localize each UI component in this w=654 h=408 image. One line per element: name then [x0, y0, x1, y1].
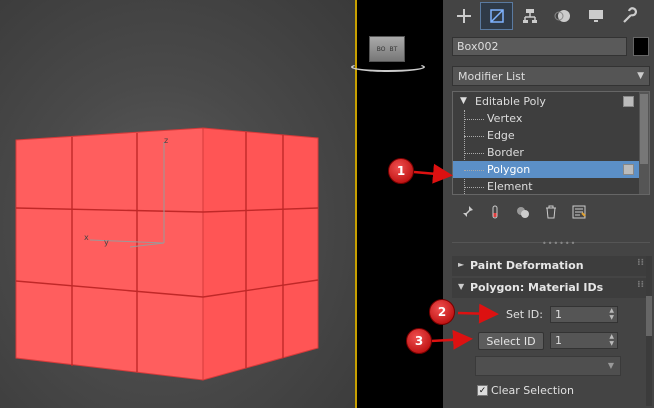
modify-icon: [489, 9, 504, 23]
show-end-result-icon[interactable]: [485, 202, 505, 222]
object-name-field[interactable]: Box002: [452, 37, 627, 56]
stack-item-polygon[interactable]: Polygon: [453, 161, 640, 178]
perspective-viewport[interactable]: z x y: [0, 0, 355, 408]
toggle-box-icon[interactable]: [623, 164, 634, 175]
viewcube-label-back: BT: [389, 45, 398, 53]
rollout-material-ids[interactable]: ▼ Polygon: Material IDs ⁝⁝: [452, 278, 650, 298]
scrollbar-thumb[interactable]: [640, 94, 648, 164]
plus-icon: [456, 9, 471, 23]
collapse-triangle-icon[interactable]: ▼: [460, 93, 467, 110]
gizmo-y-label: y: [104, 238, 109, 247]
chevron-down-icon: ▼: [637, 71, 644, 81]
hierarchy-icon: [522, 9, 537, 23]
stack-item-label: Vertex: [487, 112, 523, 125]
stack-item-element[interactable]: Element: [453, 178, 640, 194]
command-panel-tabs: [447, 2, 647, 30]
modifier-list-dropdown[interactable]: Modifier List ▼: [452, 66, 650, 86]
viewcube-ring[interactable]: [351, 62, 425, 72]
set-id-value: 1: [555, 308, 562, 321]
stack-item-edge[interactable]: Edge: [453, 127, 640, 144]
stack-item-label: Border: [487, 146, 524, 159]
stack-item-label: Editable Poly: [475, 95, 546, 108]
create-tab[interactable]: [447, 2, 480, 30]
make-unique-icon[interactable]: [513, 202, 533, 222]
callout-badge-1: 1: [388, 158, 414, 184]
viewcube[interactable]: BO BT: [369, 36, 405, 62]
command-panel: Box002 Modifier List ▼ ▼ Editable Poly V…: [443, 0, 654, 408]
stack-item-label: Edge: [487, 129, 515, 142]
rollout-paint-deformation[interactable]: ► Paint Deformation ⁝⁝: [452, 256, 650, 276]
chevron-down-icon: ▼: [607, 361, 614, 370]
select-id-button-label: Select ID: [486, 334, 536, 348]
stack-item-label: Polygon: [487, 163, 531, 176]
modifier-list-label: Modifier List: [458, 70, 526, 83]
expand-triangle-icon: ►: [458, 260, 465, 269]
collapse-triangle-icon: ▼: [458, 282, 465, 291]
stack-item-editable-poly[interactable]: ▼ Editable Poly: [453, 93, 640, 110]
display-icon: [588, 10, 603, 22]
motion-tab[interactable]: [546, 2, 579, 30]
stack-item-vertex[interactable]: Vertex: [453, 110, 640, 127]
select-id-spinner[interactable]: 1 ▲ ▼: [550, 332, 618, 349]
modifier-stack: ▼ Editable Poly Vertex Edge Border Polyg…: [452, 91, 650, 195]
rollout-title: Polygon: Material IDs: [470, 281, 604, 294]
stack-scrollbar[interactable]: [639, 92, 649, 194]
toggle-box-icon[interactable]: [623, 96, 634, 107]
panel-scrollbar[interactable]: [646, 256, 652, 406]
box-object[interactable]: [0, 0, 355, 408]
configure-modifier-sets-icon[interactable]: [569, 202, 589, 222]
spinner-arrows-icon[interactable]: ▲ ▼: [609, 333, 614, 347]
clear-selection-checkbox[interactable]: ✓: [477, 385, 488, 396]
callout-badge-3: 3: [406, 328, 432, 354]
set-id-spinner[interactable]: 1 ▲ ▼: [550, 306, 618, 323]
set-id-label: Set ID:: [506, 308, 543, 321]
modify-tab[interactable]: [480, 2, 513, 30]
motion-icon: [554, 10, 570, 22]
scrollbar-thumb[interactable]: [646, 296, 652, 336]
pin-stack-icon[interactable]: [457, 202, 477, 222]
material-name-dropdown[interactable]: ▼: [475, 356, 621, 376]
stack-toolbar: [457, 202, 617, 222]
panel-resize-separator[interactable]: ••••••: [452, 234, 650, 250]
trash-icon[interactable]: [541, 202, 561, 222]
select-id-button[interactable]: Select ID: [478, 332, 544, 350]
gizmo-x-label: x: [84, 233, 89, 242]
select-id-value: 1: [555, 334, 562, 347]
drag-grip-icon[interactable]: ⁝⁝: [637, 258, 644, 268]
object-color-swatch[interactable]: [633, 37, 649, 56]
utilities-tab[interactable]: [612, 2, 645, 30]
rollout-title: Paint Deformation: [470, 259, 584, 272]
hierarchy-tab[interactable]: [513, 2, 546, 30]
wrench-icon: [622, 7, 637, 23]
callout-badge-2: 2: [429, 299, 455, 325]
display-tab[interactable]: [579, 2, 612, 30]
spinner-arrows-icon[interactable]: ▲ ▼: [609, 307, 614, 321]
drag-grip-icon[interactable]: ⁝⁝: [637, 280, 644, 290]
viewcube-label-bottom: BO: [376, 45, 386, 53]
stack-item-label: Element: [487, 180, 533, 193]
clear-selection-label: Clear Selection: [491, 384, 574, 397]
stack-item-border[interactable]: Border: [453, 144, 640, 161]
gizmo-z-label: z: [164, 136, 169, 145]
